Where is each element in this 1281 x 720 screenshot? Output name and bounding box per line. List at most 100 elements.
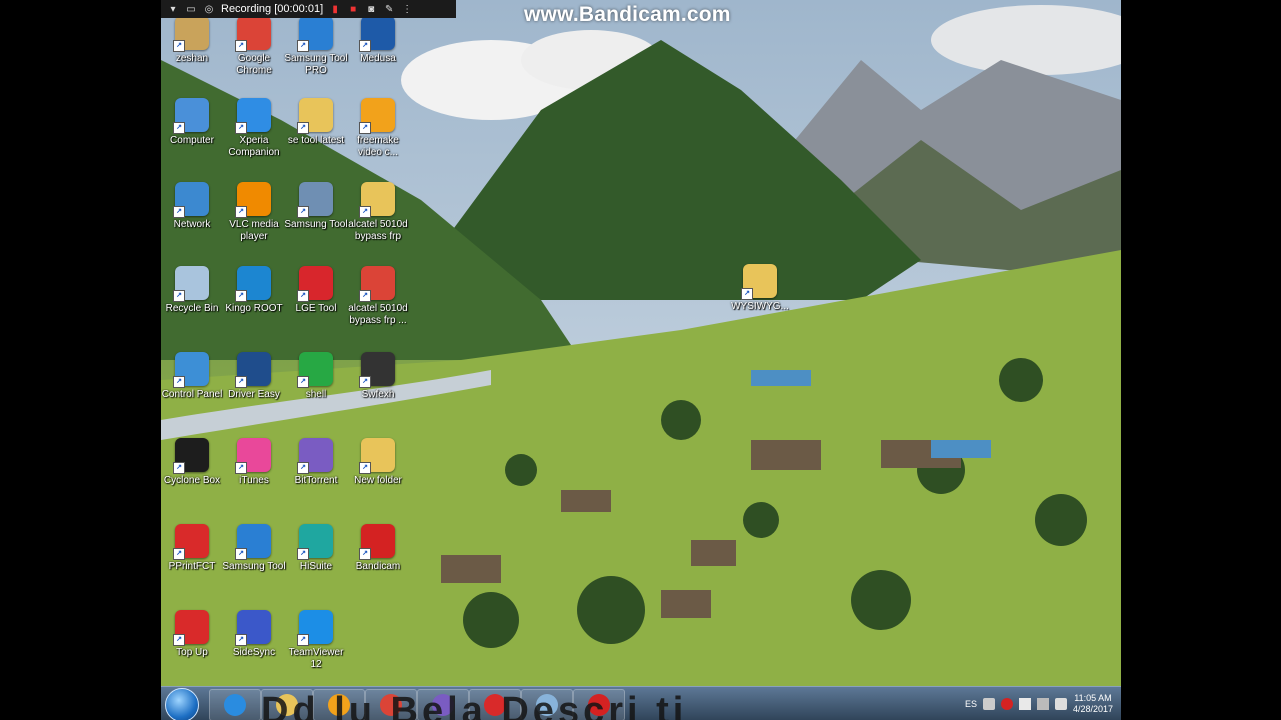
control-panel-icon: ↗ bbox=[173, 352, 209, 388]
language-indicator[interactable]: ES bbox=[965, 699, 977, 709]
start-button[interactable] bbox=[165, 688, 199, 720]
desktop-icon[interactable]: ↗ zeshan bbox=[161, 16, 223, 65]
desktop-icon-label: alcatel 5010d bypass frp ... bbox=[348, 303, 408, 326]
shortcut-arrow-icon: ↗ bbox=[359, 376, 371, 388]
shortcut-arrow-icon: ↗ bbox=[173, 290, 185, 302]
desktop-icon[interactable]: ↗ Xperia Companion bbox=[223, 98, 285, 159]
network-tray-icon[interactable] bbox=[1036, 698, 1049, 710]
desktop-icon-label: shell bbox=[305, 389, 327, 400]
shortcut-arrow-icon: ↗ bbox=[235, 548, 247, 560]
desktop-icon[interactable]: ↗ shell bbox=[285, 352, 347, 401]
shortcut-arrow-icon: ↗ bbox=[173, 40, 185, 52]
desktop-icon[interactable]: ↗ WYSIWYG... bbox=[729, 264, 791, 313]
desktop-icon[interactable]: ↗ Computer bbox=[161, 98, 223, 147]
desktop-icon[interactable]: ↗ Cyclone Box bbox=[161, 438, 223, 487]
chrome-icon: ↗ bbox=[359, 266, 395, 302]
desktop-icon[interactable]: ↗ alcatel 5010d bypass frp ... bbox=[347, 266, 409, 327]
shortcut-arrow-icon: ↗ bbox=[235, 290, 247, 302]
shortcut-arrow-icon: ↗ bbox=[297, 122, 309, 134]
desktop-icon-label: se tool latest bbox=[287, 135, 345, 146]
keyboard-icon[interactable] bbox=[982, 698, 995, 710]
minimize-icon[interactable]: ▾ bbox=[167, 3, 179, 15]
folder-icon: ↗ bbox=[359, 438, 395, 474]
clock-time: 11:05 AM bbox=[1074, 693, 1112, 703]
desktop-icon[interactable]: ↗ Samsung Tool bbox=[222, 524, 286, 573]
gear-icon: ↗ bbox=[297, 182, 333, 218]
desktop-icon[interactable]: ↗ Control Panel bbox=[161, 352, 223, 401]
desktop-icon-label: Top Up bbox=[176, 647, 208, 658]
desktop-icon[interactable]: ↗ Google Chrome bbox=[223, 16, 285, 77]
shortcut-arrow-icon: ↗ bbox=[359, 122, 371, 134]
desktop-icon[interactable]: ↗ Top Up bbox=[161, 610, 223, 659]
network-icon: ↗ bbox=[173, 182, 209, 218]
shortcut-arrow-icon: ↗ bbox=[359, 206, 371, 218]
bandicam-icon: ↗ bbox=[359, 524, 395, 560]
desktop-icon[interactable]: ↗ PPrintFCT bbox=[161, 524, 223, 573]
target-icon[interactable]: ◎ bbox=[203, 3, 215, 15]
desktop-icon[interactable]: ↗ TeamViewer 12 bbox=[285, 610, 347, 671]
shortcut-arrow-icon: ↗ bbox=[297, 290, 309, 302]
menu-icon[interactable]: ⋮ bbox=[401, 3, 413, 15]
recording-toolbar: ▾ ▭ ◎ Recording [00:00:01] ▮ ■ ◙ ✎ ⋮ bbox=[161, 0, 456, 18]
desktop-icon[interactable]: ↗ Recycle Bin bbox=[161, 266, 223, 315]
lge-tool-icon: ↗ bbox=[297, 266, 333, 302]
volume-icon[interactable] bbox=[1054, 698, 1067, 710]
desktop-icon[interactable]: ↗ BitTorrent bbox=[285, 438, 347, 487]
desktop-icon[interactable]: ↗ Samsung Tool bbox=[284, 182, 348, 231]
shortcut-arrow-icon: ↗ bbox=[297, 634, 309, 646]
taskbar-button-internet-explorer[interactable] bbox=[209, 689, 261, 720]
flag-icon[interactable] bbox=[1018, 698, 1031, 710]
folder-icon: ↗ bbox=[741, 264, 777, 300]
desktop-icon[interactable]: ↗ Bandicam bbox=[347, 524, 409, 573]
samsung-tool-icon: ↗ bbox=[297, 16, 333, 52]
desktop-icon[interactable]: ↗ Samsung Tool PRO bbox=[284, 16, 348, 77]
desktop-icon[interactable]: ↗ Medusa bbox=[347, 16, 409, 65]
shortcut-arrow-icon: ↗ bbox=[235, 122, 247, 134]
desktop-icon[interactable]: ↗ Driver Easy bbox=[223, 352, 285, 401]
desktop-icon[interactable]: ↗ alcatel 5010d bypass frp bbox=[347, 182, 409, 243]
desktop-icon[interactable]: ↗ VLC media player bbox=[223, 182, 285, 243]
desktop-screen: ▾ ▭ ◎ Recording [00:00:01] ▮ ■ ◙ ✎ ⋮ www… bbox=[161, 0, 1121, 720]
desktop-icon-label: New folder bbox=[354, 475, 402, 486]
desktop-icon[interactable]: ↗ iTunes bbox=[223, 438, 285, 487]
medusa-icon: ↗ bbox=[359, 16, 395, 52]
bandicam-watermark: www.Bandicam.com bbox=[524, 3, 731, 26]
shortcut-arrow-icon: ↗ bbox=[235, 462, 247, 474]
window-icon[interactable]: ▭ bbox=[185, 3, 197, 15]
desktop-icon[interactable]: ↗ New folder bbox=[347, 438, 409, 487]
desktop-icon[interactable]: ↗ Network bbox=[161, 182, 223, 231]
clock-date: 4/28/2017 bbox=[1072, 704, 1113, 714]
shortcut-arrow-icon: ↗ bbox=[173, 548, 185, 560]
desktop-icon[interactable]: ↗ Swfexh bbox=[347, 352, 409, 401]
acrobat-icon: ↗ bbox=[173, 610, 209, 646]
driver-easy-icon: ↗ bbox=[235, 352, 271, 388]
desktop-icon-label: alcatel 5010d bypass frp bbox=[348, 219, 408, 242]
shortcut-arrow-icon: ↗ bbox=[359, 290, 371, 302]
desktop-icon-label: Network bbox=[173, 219, 211, 230]
desktop-icon-label: Medusa bbox=[360, 53, 396, 64]
stop-icon[interactable]: ■ bbox=[347, 3, 359, 15]
desktop-icon[interactable]: ↗ HiSuite bbox=[285, 524, 347, 573]
desktop-icon[interactable]: ↗ SideSync bbox=[223, 610, 285, 659]
shell-icon: ↗ bbox=[297, 352, 333, 388]
desktop-icon[interactable]: ↗ Kingo ROOT bbox=[223, 266, 285, 315]
desktop-icon[interactable]: ↗ se tool latest bbox=[285, 98, 347, 147]
desktop-icon-label: PPrintFCT bbox=[168, 561, 216, 572]
clock[interactable]: 11:05 AM 4/28/2017 bbox=[1073, 693, 1113, 715]
shortcut-arrow-icon: ↗ bbox=[297, 40, 309, 52]
desktop-icon-label: Cyclone Box bbox=[163, 475, 221, 486]
shortcut-arrow-icon: ↗ bbox=[235, 40, 247, 52]
camera-icon[interactable]: ◙ bbox=[365, 3, 377, 15]
computer-icon: ↗ bbox=[173, 98, 209, 134]
desktop-icon-label: Samsung Tool bbox=[222, 561, 286, 572]
user-folder-icon: ↗ bbox=[173, 16, 209, 52]
pencil-icon[interactable]: ✎ bbox=[383, 3, 395, 15]
pause-icon[interactable]: ▮ bbox=[329, 3, 341, 15]
desktop-icon-label: BitTorrent bbox=[294, 475, 338, 486]
bandicam-tray-icon[interactable] bbox=[1000, 698, 1013, 710]
shortcut-arrow-icon: ↗ bbox=[359, 40, 371, 52]
desktop-icon[interactable]: ↗ LGE Tool bbox=[285, 266, 347, 315]
samsung-tool-icon: ↗ bbox=[235, 524, 271, 560]
desktop-icon[interactable]: ↗ freemake video c... bbox=[347, 98, 409, 159]
desktop-icon-label: Samsung Tool bbox=[284, 219, 348, 230]
